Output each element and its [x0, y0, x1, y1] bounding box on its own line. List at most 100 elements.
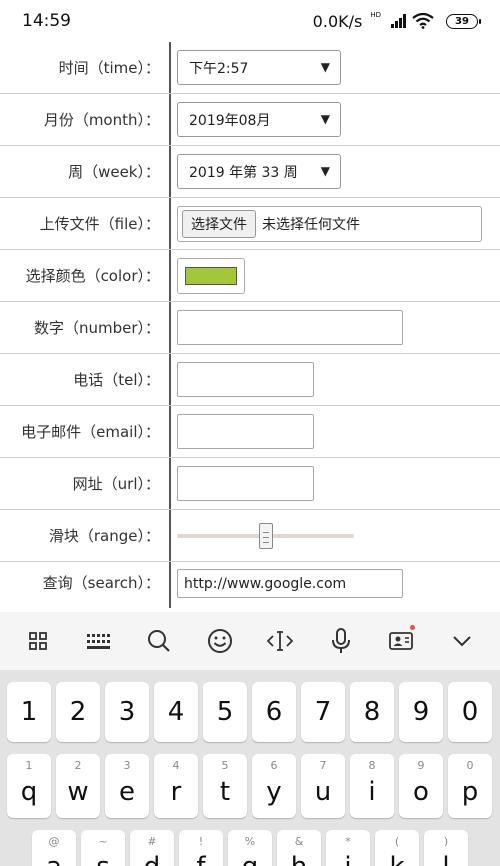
cursor-icon[interactable] — [260, 621, 300, 661]
grid-icon[interactable] — [18, 621, 58, 661]
search-icon[interactable] — [139, 621, 179, 661]
key-6[interactable]: 6 — [252, 682, 296, 742]
key-label: o — [413, 777, 429, 807]
notification-dot — [410, 625, 416, 630]
form-row-number: 数字（number）： — [0, 302, 500, 354]
signal-icon — [391, 14, 406, 28]
key-label: 2 — [69, 697, 87, 727]
key-d[interactable]: #d — [130, 830, 174, 866]
key-3[interactable]: 3 — [105, 682, 149, 742]
key-label: r — [170, 777, 182, 807]
week-label: 周（week）： — [68, 163, 160, 181]
key-hint: ~ — [98, 835, 108, 848]
key-7[interactable]: 7 — [301, 682, 345, 742]
key-hint: ( — [394, 835, 400, 848]
key-label: t — [219, 777, 231, 807]
email-label: 电子邮件（email）： — [21, 423, 160, 441]
key-r[interactable]: 4r — [154, 754, 198, 818]
key-label: q — [20, 777, 38, 807]
status-bar: 14:59 0.0K/s HD 39 — [0, 0, 500, 42]
key-4[interactable]: 4 — [154, 682, 198, 742]
email-input[interactable] — [177, 414, 314, 449]
key-g[interactable]: %g — [228, 830, 272, 866]
key-hint: 8 — [368, 759, 376, 772]
keyboard-icon[interactable] — [79, 621, 119, 661]
key-s[interactable]: ~s — [81, 830, 125, 866]
microphone-icon[interactable] — [321, 621, 361, 661]
week-select[interactable]: 2019 年第 33 周 ▼ — [177, 154, 341, 189]
key-label: k — [389, 852, 404, 866]
key-o[interactable]: 9o — [399, 754, 443, 818]
key-hint: & — [294, 835, 304, 848]
choose-file-button[interactable]: 选择文件 — [182, 210, 256, 238]
soft-keyboard: 12345678901q2w3e4r5t6y7u8i9o0p@a~s#d!f%g… — [0, 670, 500, 866]
form-row-range: 滑块（range）： — [0, 510, 500, 562]
time-value: 下午2:57 — [189, 60, 249, 77]
tel-label: 电话（tel）： — [73, 371, 160, 389]
emoji-icon[interactable] — [200, 621, 240, 661]
search-input[interactable]: http://www.google.com — [177, 569, 403, 598]
key-y[interactable]: 6y — [252, 754, 296, 818]
key-label: g — [242, 852, 259, 866]
key-2[interactable]: 2 — [56, 682, 100, 742]
key-hint: 6 — [270, 759, 278, 772]
key-w[interactable]: 2w — [56, 754, 100, 818]
battery-level: 39 — [455, 15, 469, 27]
chevron-down-icon[interactable] — [442, 621, 482, 661]
time-select[interactable]: 下午2:57 ▼ — [177, 50, 341, 85]
key-9[interactable]: 9 — [399, 682, 443, 742]
form-row-search: 查询（search）： http://www.google.com — [0, 562, 500, 608]
key-label: w — [67, 777, 89, 807]
key-e[interactable]: 3e — [105, 754, 149, 818]
keyboard-toolbar — [0, 612, 500, 670]
key-q[interactable]: 1q — [7, 754, 51, 818]
color-label: 选择颜色（color）： — [25, 267, 160, 285]
key-p[interactable]: 0p — [448, 754, 492, 818]
key-hint: ! — [198, 835, 204, 848]
key-label: p — [461, 777, 479, 807]
url-label: 网址（url）： — [72, 475, 160, 493]
key-hint: 0 — [466, 759, 474, 772]
key-5[interactable]: 5 — [203, 682, 247, 742]
file-status: 未选择任何文件 — [262, 217, 360, 233]
key-hint: 5 — [221, 759, 229, 772]
key-1[interactable]: 1 — [7, 682, 51, 742]
key-a[interactable]: @a — [32, 830, 76, 866]
key-u[interactable]: 7u — [301, 754, 345, 818]
key-l[interactable]: )l — [424, 830, 468, 866]
key-hint: ) — [443, 835, 449, 848]
key-label: i — [368, 777, 376, 807]
key-k[interactable]: (k — [375, 830, 419, 866]
key-j[interactable]: *j — [326, 830, 370, 866]
range-label: 滑块（range）： — [48, 527, 160, 545]
form-row-email: 电子邮件（email）： — [0, 406, 500, 458]
slider-thumb[interactable] — [259, 523, 273, 549]
contact-card-icon[interactable] — [381, 621, 421, 661]
form-row-time: 时间（time）： 下午2:57 ▼ — [0, 42, 500, 94]
range-slider[interactable] — [177, 521, 354, 551]
month-select[interactable]: 2019年08月 ▼ — [177, 102, 341, 137]
key-h[interactable]: &h — [277, 830, 321, 866]
key-label: 7 — [314, 697, 332, 727]
key-t[interactable]: 5t — [203, 754, 247, 818]
key-0[interactable]: 0 — [448, 682, 492, 742]
key-hint: * — [345, 835, 351, 848]
key-hint: 1 — [25, 759, 33, 772]
file-input[interactable]: 选择文件 未选择任何文件 — [177, 206, 482, 242]
key-hint: # — [147, 835, 157, 848]
tel-input[interactable] — [177, 362, 314, 397]
key-i[interactable]: 8i — [350, 754, 394, 818]
key-label: 5 — [216, 697, 234, 727]
key-f[interactable]: !f — [179, 830, 223, 866]
key-8[interactable]: 8 — [350, 682, 394, 742]
color-picker[interactable] — [177, 258, 245, 294]
key-label: j — [344, 852, 351, 866]
url-input[interactable] — [177, 466, 314, 501]
number-input[interactable] — [177, 310, 403, 345]
status-indicators: 0.0K/s HD 39 — [312, 11, 481, 31]
search-label: 查询（search）： — [42, 574, 160, 592]
time-label: 时间（time）： — [58, 59, 160, 77]
network-speed: 0.0K/s — [312, 11, 363, 31]
key-label: a — [46, 852, 62, 866]
key-label: 1 — [20, 697, 38, 727]
